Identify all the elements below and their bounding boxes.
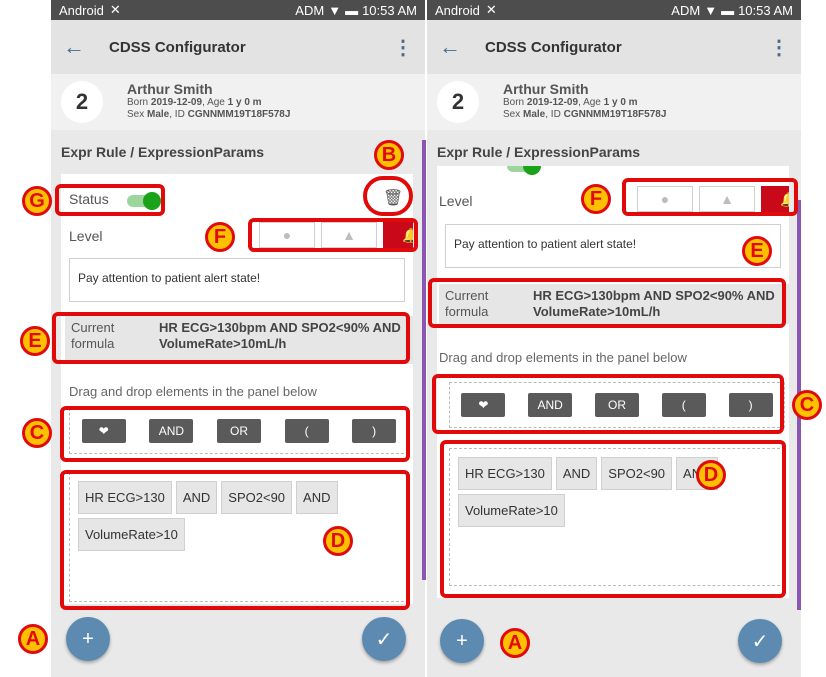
network-label: ADM [671,2,701,18]
callout-marker-f: F [205,222,235,252]
scrollbar[interactable] [422,140,426,580]
patient-birth-line: Born 2019-12-09, Age 1 y 0 m [127,97,262,108]
back-arrow-icon[interactable]: ← [439,34,473,60]
patient-name: Arthur Smith [127,81,213,97]
callout-box-g [55,184,165,216]
back-arrow-icon[interactable]: ← [63,34,97,60]
patient-id-line: Sex Male, ID CGNNMM19T18F578J [503,109,667,120]
battery-icon: ▬ [721,2,735,18]
confirm-fab[interactable]: ✓ [738,619,782,663]
wifi-icon: ▼ [704,2,718,18]
callout-box-c [432,374,784,434]
callout-marker-c: C [792,390,822,420]
status-bar: Android ✕ ADM ▼ ▬ 10:53 AM [51,0,425,20]
app-title: CDSS Configurator [109,38,246,56]
callout-marker-e: E [20,326,50,356]
carrier-label: Android [59,2,104,18]
section-title: Expr Rule / ExpressionParams [51,130,425,174]
callout-box-b [363,176,413,216]
clock: 10:53 AM [738,2,793,18]
patient-name: Arthur Smith [503,81,589,97]
bed-number-badge: 2 [61,81,103,123]
patient-birth-line: Born 2019-12-09, Age 1 y 0 m [503,97,638,108]
callout-marker-f: F [581,184,611,214]
status-bar: Android ✕ ADM ▼ ▬ 10:53 AM [427,0,801,20]
add-rule-fab[interactable]: + [66,617,110,661]
network-label: ADM [295,2,325,18]
overflow-menu-icon[interactable]: ⋮ [769,35,789,60]
alert-message-field[interactable]: Pay attention to patient alert state! [445,224,781,268]
level-label: Level [439,193,473,209]
callout-marker-d: D [696,460,726,490]
add-rule-fab[interactable]: + [440,619,484,663]
callout-marker-e: E [742,236,772,266]
callout-marker-a: A [18,624,48,654]
drag-hint: Drag and drop elements in the panel belo… [439,350,687,365]
app-bar: ← CDSS Configurator ⋮ [51,20,425,74]
callout-box-c [60,406,410,462]
callout-box-e [52,312,410,364]
callout-box-d [440,440,786,598]
callout-marker-a: A [500,628,530,658]
confirm-fab[interactable]: ✓ [362,617,406,661]
carrier-label: Android [435,2,480,18]
no-signal-icon: ✕ [485,2,497,17]
alert-message-field[interactable]: Pay attention to patient alert state! [69,258,405,302]
wifi-icon: ▼ [328,2,342,18]
status-toggle[interactable] [507,166,541,175]
callout-box-e [428,278,786,328]
drag-hint: Drag and drop elements in the panel belo… [69,384,317,399]
overflow-menu-icon[interactable]: ⋮ [393,35,413,60]
callout-box-f [248,218,418,252]
no-signal-icon: ✕ [109,2,121,17]
patient-header[interactable]: 2 Arthur Smith Born 2019-12-09, Age 1 y … [51,74,425,130]
battery-icon: ▬ [345,2,359,18]
patient-id-line: Sex Male, ID CGNNMM19T18F578J [127,109,291,120]
callout-box-d [60,470,410,610]
patient-info: Arthur Smith Born 2019-12-09, Age 1 y 0 … [127,81,291,121]
callout-marker-b: B [374,140,404,170]
callout-box-f [622,178,798,216]
app-bar: ← CDSS Configurator ⋮ [427,20,801,74]
patient-info: Arthur Smith Born 2019-12-09, Age 1 y 0 … [503,81,667,121]
callout-marker-d: D [323,526,353,556]
callout-marker-c: C [22,418,52,448]
level-label: Level [69,228,103,244]
app-title: CDSS Configurator [485,38,622,56]
callout-marker-g: G [22,186,52,216]
patient-header[interactable]: 2 Arthur Smith Born 2019-12-09, Age 1 y … [427,74,801,130]
clock: 10:53 AM [362,2,417,18]
bed-number-badge: 2 [437,81,479,123]
